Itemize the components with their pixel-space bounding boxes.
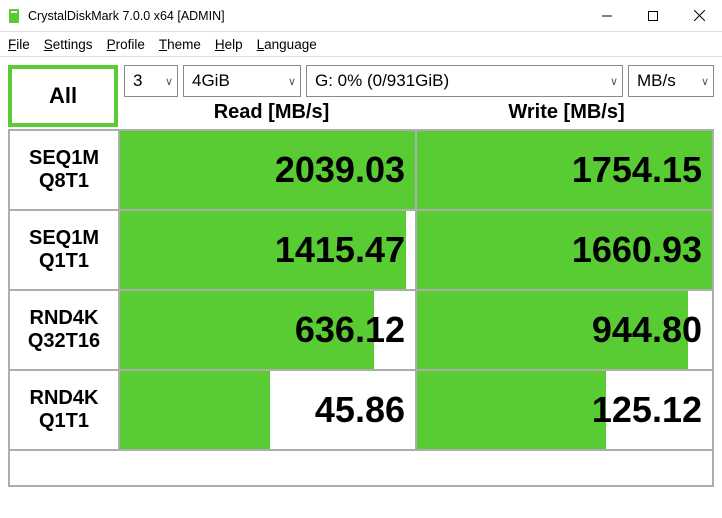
write-bar	[417, 371, 606, 449]
read-bar	[120, 371, 270, 449]
table-row: RND4K Q1T1 45.86 125.12	[8, 371, 714, 451]
menu-theme[interactable]: Theme	[159, 37, 201, 52]
control-row: All 3 ∨ 4GiB ∨ G: 0% (0/931GiB) ∨ MB/s ∨	[8, 65, 714, 127]
row-label-button[interactable]: RND4K Q32T16	[8, 291, 120, 369]
write-cell: 125.12	[417, 371, 714, 449]
window-title: CrystalDiskMark 7.0.0 x64 [ADMIN]	[28, 9, 584, 23]
read-cell: 45.86	[120, 371, 417, 449]
size-select[interactable]: 4GiB ∨	[183, 65, 301, 97]
chevron-down-icon: ∨	[610, 75, 618, 88]
read-value: 2039.03	[275, 149, 405, 191]
write-cell: 1660.93	[417, 211, 714, 289]
maximize-button[interactable]	[630, 0, 676, 31]
chevron-down-icon: ∨	[165, 75, 173, 88]
dropdowns: 3 ∨ 4GiB ∨ G: 0% (0/931GiB) ∨ MB/s ∨	[124, 65, 714, 97]
read-cell: 636.12	[120, 291, 417, 369]
write-value: 125.12	[592, 389, 702, 431]
chevron-down-icon: ∨	[701, 75, 709, 88]
read-cell: 1415.47	[120, 211, 417, 289]
all-button[interactable]: All	[8, 65, 118, 127]
read-cell: 2039.03	[120, 131, 417, 209]
all-label: All	[49, 83, 77, 109]
unit-select[interactable]: MB/s ∨	[628, 65, 714, 97]
column-headers: Read [MB/s] Write [MB/s]	[124, 97, 714, 127]
write-header: Write [MB/s]	[419, 101, 714, 124]
table-row: SEQ1M Q8T1 2039.03 1754.15	[8, 131, 714, 211]
titlebar: CrystalDiskMark 7.0.0 x64 [ADMIN]	[0, 0, 722, 32]
table-row: RND4K Q32T16 636.12 944.80	[8, 291, 714, 371]
read-value: 636.12	[295, 309, 405, 351]
row-label-button[interactable]: RND4K Q1T1	[8, 371, 120, 449]
write-cell: 944.80	[417, 291, 714, 369]
runs-select[interactable]: 3 ∨	[124, 65, 178, 97]
read-header: Read [MB/s]	[124, 101, 419, 124]
row-label-button[interactable]: SEQ1M Q8T1	[8, 131, 120, 209]
results-grid: SEQ1M Q8T1 2039.03 1754.15 SEQ1M Q1T1 14…	[8, 129, 714, 451]
write-value: 1660.93	[572, 229, 702, 271]
window-controls	[584, 0, 722, 31]
app-icon	[6, 8, 22, 24]
status-bar	[8, 451, 714, 487]
menu-file[interactable]: File	[8, 37, 30, 52]
menubar: File Settings Profile Theme Help Languag…	[0, 32, 722, 57]
row-label-button[interactable]: SEQ1M Q1T1	[8, 211, 120, 289]
minimize-button[interactable]	[584, 0, 630, 31]
menu-language[interactable]: Language	[257, 37, 317, 52]
content: All 3 ∨ 4GiB ∨ G: 0% (0/931GiB) ∨ MB/s ∨	[0, 57, 722, 495]
close-button[interactable]	[676, 0, 722, 31]
read-value: 45.86	[315, 389, 405, 431]
menu-profile[interactable]: Profile	[107, 37, 145, 52]
write-value: 944.80	[592, 309, 702, 351]
table-row: SEQ1M Q1T1 1415.47 1660.93	[8, 211, 714, 291]
menu-settings[interactable]: Settings	[44, 37, 93, 52]
chevron-down-icon: ∨	[288, 75, 296, 88]
write-value: 1754.15	[572, 149, 702, 191]
read-value: 1415.47	[275, 229, 405, 271]
drive-select[interactable]: G: 0% (0/931GiB) ∨	[306, 65, 623, 97]
menu-help[interactable]: Help	[215, 37, 243, 52]
write-cell: 1754.15	[417, 131, 714, 209]
